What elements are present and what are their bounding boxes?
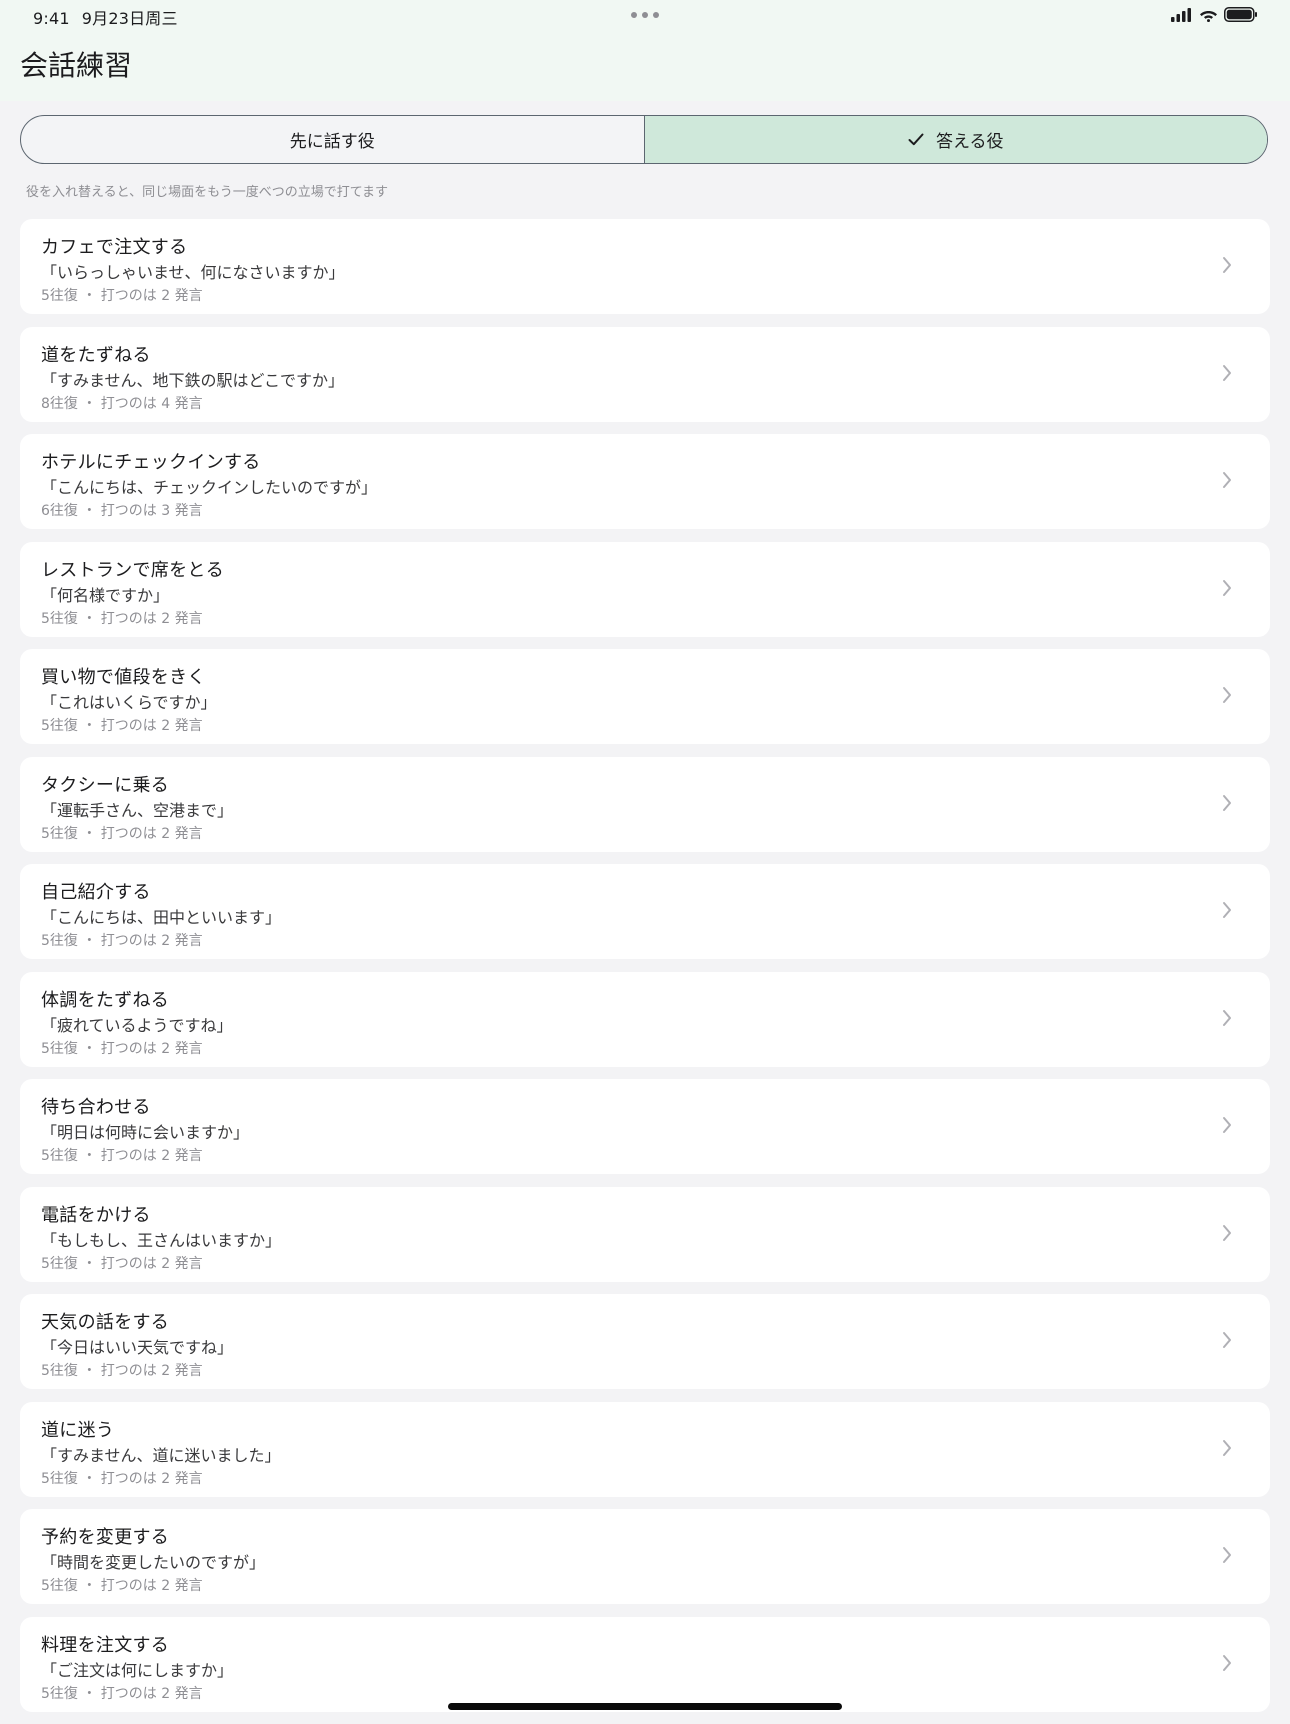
checkmark-icon [908,133,924,146]
role-swap-hint: 役を入れ替えると、同じ場面をもう一度べつの立場で打てます [26,185,389,200]
chevron-right-icon [1223,1224,1231,1241]
scenario-card[interactable]: 電話をかける「もしもし、王さんはいますか」 5往復 ・ 打つのは 2 発言 [20,1186,1270,1282]
scenario-title: 電話をかける [41,1204,151,1226]
scenario-meta: 5往復 ・ 打つのは 2 発言 [41,1040,203,1057]
chevron-right-icon [1223,1332,1231,1348]
scenario-quote: 「いらっしゃいませ、何になさいますか」 [41,263,345,282]
scenario-quote: 「すみません、地下鉄の駅はどこですか」 [41,370,345,390]
scenario-title: レストランで席をとる [41,559,224,581]
chevron-right-icon [1223,902,1231,918]
scenario-meta: 5往復 ・ 打つのは 2 発言 [41,1363,203,1379]
scenario-title: カフェで注文する [41,237,188,258]
status-bar-time: 9:41 9月23日周三 [33,5,190,29]
scenario-title: 道に迷う [41,1419,115,1441]
chevron-right-icon [1223,364,1231,381]
chevron-right-icon [1223,1009,1231,1026]
scenario-meta: 6往復 ・ 打つのは 3 発言 [41,503,203,519]
scenario-meta: 5往復 ・ 打つのは 2 発言 [41,1685,203,1702]
scenario-meta: 5往復 ・ 打つのは 2 発言 [41,1578,203,1594]
multitasking-dots-icon[interactable] [631,12,659,18]
scenario-card[interactable]: ホテルにチェックインする「こんにちは、チェックインしたいのですが」 6往復 ・ 打… [20,434,1270,529]
scenario-quote: 「これはいくらですか」 [41,693,217,712]
scenario-quote: 「こんにちは、チェックインしたいのですが」 [41,478,378,497]
role-option-label: 答える役 [936,132,1004,152]
scenario-quote: 「運転手さん、空港まで」 [41,800,234,820]
scenario-quote: 「時間を変更したいのですが」 [41,1553,266,1572]
scenario-card[interactable]: 待ち合わせる「明日は何時に会いますか」 5往復 ・ 打つのは 2 発言 [20,1079,1270,1174]
scenario-title: 体調をたずねる [41,989,170,1011]
scenario-meta: 8往復 ・ 打つのは 4 発言 [41,395,203,412]
chevron-right-icon [1223,687,1231,703]
scenario-quote: 「疲れているようですね」 [41,1015,233,1035]
role-option-label: 先に話す役 [289,132,375,152]
scenario-meta: 5往復 ・ 打つのは 2 発言 [41,825,203,842]
chevron-right-icon [1223,1117,1231,1133]
chevron-right-icon [1223,579,1231,596]
scenario-meta: 5往復 ・ 打つのは 2 発言 [41,610,203,627]
scenario-list: カフェで注文する「いらっしゃいませ、何になさいますか」 5往復 ・ 打つのは 2 … [20,219,1270,1724]
scenario-title: 待ち合わせる [41,1097,151,1118]
scenario-title: 天気の話をする [41,1312,170,1333]
scenario-title: 買い物で値段をきく [41,667,206,688]
scenario-quote: 「ご注文は何にしますか」 [41,1660,234,1680]
scenario-quote: 「今日はいい天気ですね」 [41,1338,234,1357]
scenario-card[interactable]: 料理を注文する「ご注文は何にしますか」 5往復 ・ 打つのは 2 発言 [20,1616,1270,1712]
cellular-signal-icon [1171,7,1191,22]
chevron-right-icon [1223,257,1231,273]
scenario-card[interactable]: 体調をたずねる「疲れているようですね」 5往復 ・ 打つのは 2 発言 [20,971,1270,1067]
scenario-quote: 「もしもし、王さんはいますか」 [41,1230,282,1250]
scenario-title: 予約を変更する [41,1527,170,1548]
scenario-quote: 「明日は何時に会いますか」 [41,1123,250,1142]
status-date: 9月23日周三 [81,9,178,28]
scenario-title: タクシーに乗る [41,774,170,796]
page-title: 会話練習 [20,49,133,82]
scenario-card[interactable]: カフェで注文する「いらっしゃいませ、何になさいますか」 5往復 ・ 打つのは 2 … [20,219,1270,314]
role-option-speak-first[interactable]: 先に話す役 [21,116,645,163]
role-option-answer[interactable]: 答える役 [644,116,1267,163]
wifi-icon [1200,10,1217,22]
scenario-card[interactable]: 自己紹介する「こんにちは、田中といいます」 5往復 ・ 打つのは 2 発言 [20,864,1270,959]
scenario-quote: 「すみません、道に迷いました」 [41,1445,281,1465]
home-indicator[interactable] [448,1703,842,1710]
scenario-title: 道をたずねる [41,344,151,366]
battery-icon [1224,7,1257,22]
scenario-meta: 5往復 ・ 打つのは 2 発言 [41,933,203,949]
scenario-card[interactable]: 予約を変更する「時間を変更したいのですが」 5往復 ・ 打つのは 2 発言 [20,1509,1270,1604]
scenario-title: ホテルにチェックインする [41,452,261,473]
scenario-meta: 5往復 ・ 打つのは 2 発言 [41,288,203,304]
status-time: 9:41 [33,9,70,28]
chevron-right-icon [1223,1439,1231,1456]
scenario-meta: 5往復 ・ 打つのは 2 発言 [41,718,203,734]
scenario-card[interactable]: タクシーに乗る「運転手さん、空港まで」 5往復 ・ 打つのは 2 発言 [20,756,1270,852]
role-segmented-control[interactable]: 先に話す役 答える役 [20,115,1268,164]
scenario-card[interactable]: 道に迷う「すみません、道に迷いました」 5往復 ・ 打つのは 2 発言 [20,1401,1270,1497]
chevron-right-icon [1223,794,1231,811]
scenario-meta: 5往復 ・ 打つのは 2 発言 [41,1148,203,1164]
chevron-right-icon [1223,472,1231,488]
scenario-card[interactable]: レストランで席をとる 「何名様ですか」 5往復 ・ 打つのは 2 発言 [20,541,1270,637]
status-bar-indicators [1171,7,1258,22]
chevron-right-icon [1223,1654,1231,1671]
scenario-meta: 5往復 ・ 打つのは 2 発言 [41,1255,203,1272]
scenario-meta: 5往復 ・ 打つのは 2 発言 [41,1470,203,1487]
app-header: 9:41 9月23日周三 会話練習 [0,0,1290,101]
scenario-title: 料理を注文する [41,1634,170,1656]
chevron-right-icon [1223,1547,1231,1563]
scenario-card[interactable]: 道をたずねる「すみません、地下鉄の駅はどこですか」 8往復 ・ 打つのは 4 発言 [20,326,1270,422]
scenario-card[interactable]: 天気の話をする「今日はいい天気ですね」 5往復 ・ 打つのは 2 発言 [20,1294,1270,1389]
scenario-title: 自己紹介する [41,882,151,903]
scenario-card[interactable]: 買い物で値段をきく 「これはいくらですか」 5往復 ・ 打つのは 2 発言 [20,649,1270,744]
scenario-quote: 「こんにちは、田中といいます」 [41,908,282,927]
scenario-quote: 「何名様ですか」 [41,585,170,605]
